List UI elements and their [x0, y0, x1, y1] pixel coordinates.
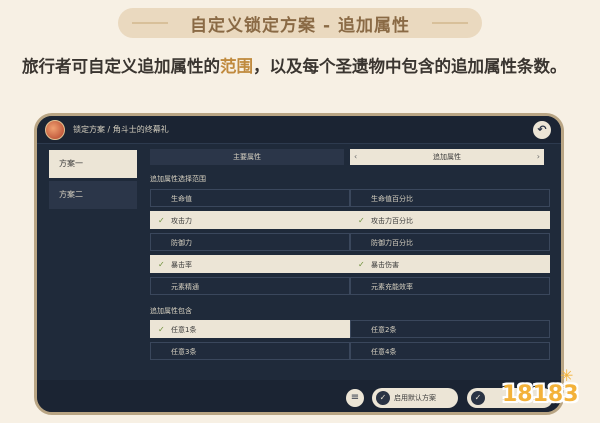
banner-decoration-right	[432, 22, 468, 24]
title-banner: 自定义锁定方案 - 追加属性	[118, 8, 482, 38]
watermark-logo: ✳ 18183	[490, 362, 590, 418]
option-any-3[interactable]: 任意3条	[150, 342, 350, 360]
artifact-icon	[45, 120, 65, 140]
scheme-item-1[interactable]: 方案一	[49, 150, 137, 178]
tab-sub-stats[interactable]: ‹ 追加属性 ›	[350, 149, 544, 165]
chevron-left-icon: ‹	[354, 152, 358, 161]
checkmark-icon: ✓	[358, 216, 365, 225]
option-elemental-mastery[interactable]: 元素精通	[150, 277, 350, 295]
watermark-text: 18183	[502, 382, 579, 407]
option-any-2[interactable]: 任意2条	[350, 320, 550, 338]
option-def-percent[interactable]: 防御力百分比	[350, 233, 550, 251]
option-label: 任意1条	[171, 326, 197, 334]
checkmark-icon: ✓	[158, 325, 165, 334]
option-crit-rate[interactable]: ✓ 暴击率	[150, 255, 350, 273]
option-any-1[interactable]: ✓ 任意1条	[150, 320, 350, 338]
option-hp[interactable]: 生命值	[150, 189, 350, 207]
option-label: 元素精通	[171, 283, 199, 291]
breadcrumb: 锁定方案 / 角斗士的终幕礼	[73, 125, 169, 134]
option-def[interactable]: 防御力	[150, 233, 350, 251]
intro-text: 旅行者可自定义追加属性的范围，以及每个圣遗物中包含的追加属性条数。	[22, 52, 582, 81]
confirm-icon: ✓	[376, 391, 390, 405]
option-any-4[interactable]: 任意4条	[350, 342, 550, 360]
option-label: 暴击率	[171, 261, 192, 269]
option-hp-percent[interactable]: 生命值百分比	[350, 189, 550, 207]
count-section-label: 追加属性包含	[150, 307, 192, 315]
enable-default-button[interactable]: ✓ 启用默认方案	[372, 388, 458, 408]
tab-sub-stats-label: 追加属性	[433, 153, 461, 161]
range-section-label: 追加属性选择范围	[150, 175, 206, 183]
option-atk-percent[interactable]: ✓ 攻击力百分比	[350, 211, 550, 229]
checkmark-icon: ✓	[358, 260, 365, 269]
option-label: 任意2条	[371, 326, 397, 334]
option-atk[interactable]: ✓ 攻击力	[150, 211, 350, 229]
option-label: 攻击力	[171, 217, 192, 225]
option-label: 防御力百分比	[371, 239, 413, 247]
banner-title: 自定义锁定方案 - 追加属性	[190, 15, 410, 36]
option-label: 防御力	[171, 239, 192, 247]
option-label: 生命值	[171, 195, 192, 203]
scheme-item-2[interactable]: 方案二	[49, 181, 137, 209]
option-label: 暴击伤害	[371, 261, 399, 269]
banner-decoration-left	[132, 22, 168, 24]
intro-highlight: 范围	[220, 57, 253, 76]
option-energy-recharge[interactable]: 元素充能效率	[350, 277, 550, 295]
game-window: 锁定方案 / 角斗士的终幕礼 ↶ 方案一 方案二 主要属性 ‹ 追加属性 › 追…	[34, 113, 564, 415]
option-label: 元素充能效率	[371, 283, 413, 291]
tab-main-stats[interactable]: 主要属性	[150, 149, 344, 165]
checkmark-icon: ✓	[158, 260, 165, 269]
confirm-icon: ✓	[471, 391, 485, 405]
window-topbar: 锁定方案 / 角斗士的终幕礼 ↶	[37, 116, 561, 144]
intro-text-after: ，以及每个圣遗物中包含的追加属性条数。	[253, 57, 567, 76]
back-icon[interactable]: ↶	[533, 121, 551, 139]
enable-default-label: 启用默认方案	[394, 394, 436, 402]
option-label: 任意3条	[171, 348, 197, 356]
option-label: 任意4条	[371, 348, 397, 356]
checkmark-icon: ✓	[158, 216, 165, 225]
option-label: 攻击力百分比	[371, 217, 413, 225]
option-crit-dmg[interactable]: ✓ 暴击伤害	[350, 255, 550, 273]
chevron-right-icon: ›	[536, 152, 540, 161]
tab-main-stats-label: 主要属性	[233, 153, 261, 161]
list-icon[interactable]: ≡	[346, 389, 364, 407]
option-label: 生命值百分比	[371, 195, 413, 203]
intro-text-before: 旅行者可自定义追加属性的	[22, 57, 220, 76]
